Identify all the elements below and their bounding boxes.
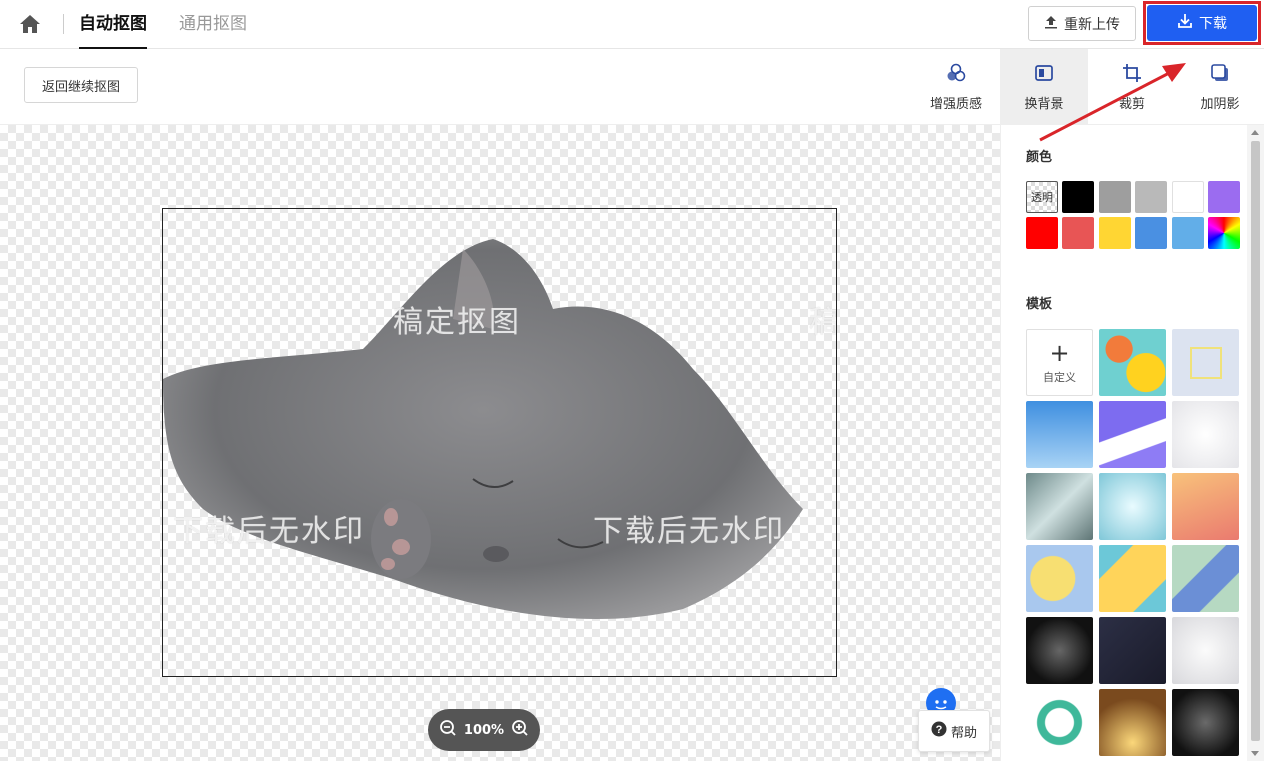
- toolbar: 返回继续抠图 增强质感 换背景 裁剪 加阴影: [0, 49, 1264, 125]
- tool-enhance-label: 增强质感: [929, 96, 982, 112]
- color-swatch-transparent[interactable]: 透明: [1026, 181, 1058, 213]
- color-swatch-purple[interactable]: [1208, 181, 1240, 213]
- help-label: 帮助: [950, 725, 977, 741]
- template-item[interactable]: [1099, 401, 1166, 468]
- template-section-title: 模板: [1026, 297, 1053, 312]
- shadow-icon: [1210, 63, 1230, 87]
- template-item[interactable]: [1172, 689, 1239, 756]
- tab-general-cutout[interactable]: 通用抠图: [179, 12, 247, 36]
- zoom-level: 100%: [463, 722, 505, 738]
- color-swatch-black[interactable]: [1062, 181, 1094, 213]
- template-item[interactable]: [1099, 329, 1166, 396]
- tool-shadow-label: 加阴影: [1200, 96, 1240, 112]
- tool-enhance[interactable]: 增强质感: [912, 49, 1000, 125]
- panel-scrollbar[interactable]: [1247, 125, 1264, 761]
- zoom-out-icon[interactable]: [439, 719, 457, 741]
- zoom-control: 100%: [428, 709, 540, 751]
- image-frame[interactable]: 稿定抠图 稿 下载后无水印 下载后无水印: [162, 208, 837, 677]
- reupload-button[interactable]: 重新上传: [1028, 6, 1136, 41]
- template-item[interactable]: [1172, 545, 1239, 612]
- download-icon: [1177, 13, 1193, 33]
- watermark: 下载后无水印: [593, 514, 785, 549]
- tab-auto-cutout[interactable]: 自动抠图: [79, 12, 147, 49]
- tool-background-label: 换背景: [1024, 96, 1064, 112]
- download-button[interactable]: 下载: [1147, 5, 1257, 41]
- color-swatch-gray[interactable]: [1099, 181, 1131, 213]
- template-custom[interactable]: + 自定义: [1026, 329, 1093, 396]
- tool-shadow[interactable]: 加阴影: [1176, 49, 1264, 125]
- download-label: 下载: [1199, 16, 1227, 32]
- color-swatch-light-blue[interactable]: [1172, 217, 1204, 249]
- template-item[interactable]: [1026, 689, 1093, 756]
- color-swatch-red[interactable]: [1026, 217, 1058, 249]
- tool-crop-label: 裁剪: [1118, 96, 1145, 112]
- color-swatch-white[interactable]: [1172, 181, 1204, 213]
- template-item[interactable]: [1026, 401, 1093, 468]
- back-button[interactable]: 返回继续抠图: [24, 67, 138, 103]
- reupload-label: 重新上传: [1064, 16, 1120, 33]
- template-item[interactable]: [1026, 473, 1093, 540]
- watermark: 稿定抠图: [393, 305, 521, 340]
- template-item[interactable]: [1099, 617, 1166, 684]
- template-item[interactable]: [1099, 689, 1166, 756]
- scroll-up-icon[interactable]: [1251, 130, 1259, 135]
- scroll-down-icon[interactable]: [1251, 751, 1259, 756]
- tool-change-background[interactable]: 换背景: [1000, 49, 1088, 125]
- template-item[interactable]: [1172, 401, 1239, 468]
- top-bar: 自动抠图 通用抠图 重新上传 下载: [0, 0, 1264, 49]
- template-item[interactable]: [1172, 473, 1239, 540]
- divider: [63, 14, 64, 34]
- question-icon: ?: [931, 721, 947, 741]
- color-swatch-coral[interactable]: [1062, 217, 1094, 249]
- transparent-label: 透明: [1031, 191, 1053, 204]
- cat-image: [163, 239, 803, 619]
- home-icon[interactable]: [18, 12, 42, 36]
- color-swatch-custom[interactable]: [1208, 217, 1240, 249]
- color-swatch-yellow[interactable]: [1099, 217, 1131, 249]
- help-button[interactable]: ? 帮助: [918, 710, 990, 752]
- upload-icon: [1044, 15, 1058, 33]
- svg-text:?: ?: [936, 724, 943, 736]
- crop-icon: [1122, 63, 1142, 87]
- scrollbar-thumb[interactable]: [1251, 141, 1260, 741]
- background-panel: 颜色 透明 模板 + 自定义: [1000, 125, 1264, 761]
- canvas-area[interactable]: 稿定抠图 稿 下载后无水印 下载后无水印 100% ? 帮助: [0, 125, 1000, 761]
- template-item[interactable]: [1099, 473, 1166, 540]
- color-swatch-light-gray[interactable]: [1135, 181, 1167, 213]
- template-item[interactable]: [1099, 545, 1166, 612]
- plus-icon: +: [1049, 338, 1070, 367]
- watermark: 下载后无水印: [173, 514, 365, 549]
- background-icon: [1034, 63, 1054, 87]
- color-section-title: 颜色: [1026, 150, 1053, 165]
- template-item[interactable]: [1172, 617, 1239, 684]
- zoom-in-icon[interactable]: [511, 719, 529, 741]
- template-item[interactable]: [1172, 329, 1239, 396]
- template-item[interactable]: [1026, 545, 1093, 612]
- tool-crop[interactable]: 裁剪: [1088, 49, 1176, 125]
- custom-label: 自定义: [1043, 370, 1076, 384]
- color-swatch-blue[interactable]: [1135, 217, 1167, 249]
- watermark: 稿: [809, 297, 836, 341]
- enhance-icon: [946, 63, 966, 87]
- template-item[interactable]: [1026, 617, 1093, 684]
